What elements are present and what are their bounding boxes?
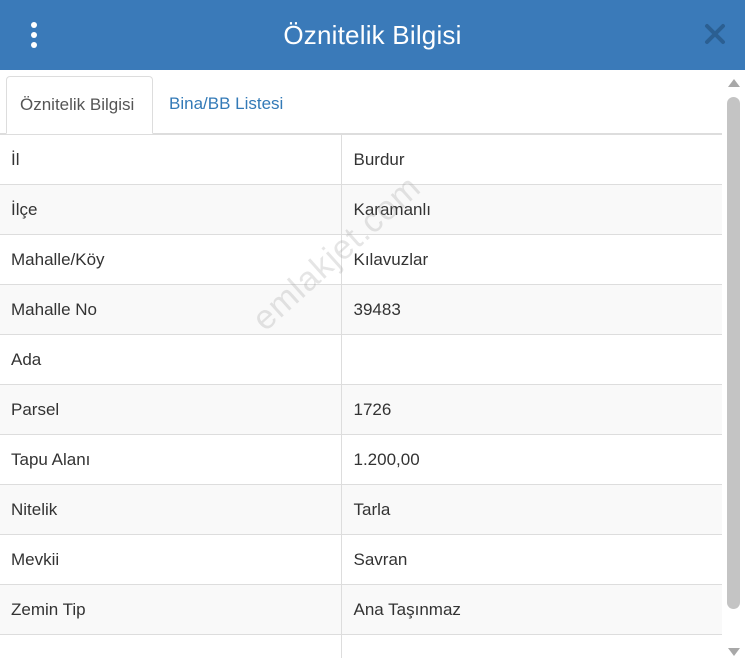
- attribute-value-partial: [341, 634, 722, 658]
- attribute-key: Tapu Alanı: [0, 434, 342, 485]
- table-row: Mahalle/Köy Kılavuzlar: [0, 234, 722, 285]
- attribute-value: [341, 334, 722, 385]
- attribute-key: İlçe: [0, 184, 342, 235]
- scroll-thumb[interactable]: [727, 97, 740, 609]
- attribute-value: Karamanlı: [341, 184, 722, 235]
- attribute-value: Tarla: [341, 484, 722, 535]
- attribute-key: Mahalle/Köy: [0, 234, 342, 285]
- attribute-table: İl Burdur İlçe Karamanlı Mahalle/Köy Kıl…: [0, 134, 722, 658]
- attribute-key: Ada: [0, 334, 342, 385]
- attribute-value: Savran: [341, 534, 722, 585]
- vertical-scrollbar[interactable]: [722, 70, 745, 658]
- attribute-key: Mahalle No: [0, 284, 342, 335]
- table-row: Zemin Tip Ana Taşınmaz: [0, 584, 722, 635]
- dialog-title: Öznitelik Bilgisi: [283, 19, 462, 50]
- table-row: Nitelik Tarla: [0, 484, 722, 535]
- attribute-value: 1726: [341, 384, 722, 435]
- table-row: Tapu Alanı 1.200,00: [0, 434, 722, 485]
- scroll-up-arrow-icon[interactable]: [728, 79, 740, 87]
- table-row: [0, 634, 722, 658]
- dialog-header: Öznitelik Bilgisi: [0, 0, 745, 70]
- attribute-value: 39483: [341, 284, 722, 335]
- table-row: Mahalle No 39483: [0, 284, 722, 335]
- attribute-key: Zemin Tip: [0, 584, 342, 635]
- dialog-content: Öznitelik Bilgisi Bina/BB Listesi İl Bur…: [0, 70, 722, 658]
- attribute-value: Burdur: [341, 134, 722, 185]
- table-row: Parsel 1726: [0, 384, 722, 435]
- table-row: Mevkii Savran: [0, 534, 722, 585]
- table-row: Ada: [0, 334, 722, 385]
- attribute-key-partial: [0, 634, 342, 658]
- kebab-menu-icon[interactable]: [22, 17, 46, 53]
- attribute-key: İl: [0, 134, 342, 185]
- attribute-value: Ana Taşınmaz: [341, 584, 722, 635]
- tab-bina-bb-listesi[interactable]: Bina/BB Listesi: [156, 76, 296, 133]
- scroll-down-arrow-icon[interactable]: [728, 648, 740, 656]
- attribute-value: Kılavuzlar: [341, 234, 722, 285]
- attribute-key: Mevkii: [0, 534, 342, 585]
- attribute-key: Parsel: [0, 384, 342, 435]
- table-row: İl Burdur: [0, 134, 722, 185]
- close-icon[interactable]: [703, 22, 727, 46]
- table-row: İlçe Karamanlı: [0, 184, 722, 235]
- attribute-key: Nitelik: [0, 484, 342, 535]
- attribute-value: 1.200,00: [341, 434, 722, 485]
- tab-bar: Öznitelik Bilgisi Bina/BB Listesi: [0, 70, 722, 134]
- tab-oznitelik-bilgisi[interactable]: Öznitelik Bilgisi: [6, 76, 153, 134]
